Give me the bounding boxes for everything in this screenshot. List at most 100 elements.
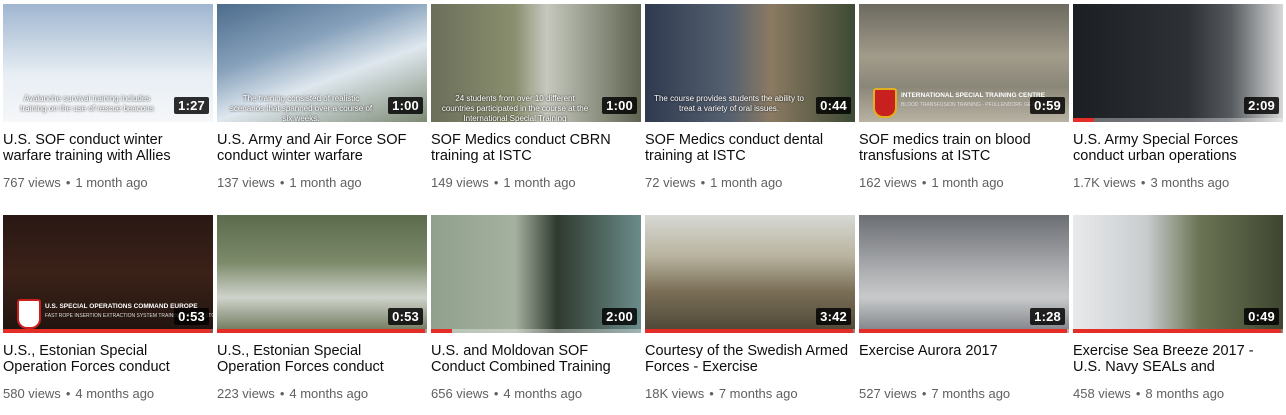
upload-age: 1 month ago bbox=[75, 175, 148, 190]
video-thumbnail[interactable]: INTERNATIONAL SPECIAL TRAINING CENTRE BLO… bbox=[859, 4, 1069, 122]
video-title[interactable]: U.S. Army Special Forces conduct urban o… bbox=[1073, 132, 1283, 164]
video-thumbnail[interactable]: 0:49 bbox=[1073, 215, 1283, 333]
upload-age: 7 months ago bbox=[931, 386, 1011, 401]
upload-age: 1 month ago bbox=[289, 175, 362, 190]
video-thumbnail[interactable]: 2:00 bbox=[431, 215, 641, 333]
thumbnail-caption: INTERNATIONAL SPECIAL TRAINING CENTRE bbox=[901, 92, 1046, 99]
duration-badge: 1:00 bbox=[602, 97, 637, 114]
video-title[interactable]: SOF Medics conduct CBRN training at ISTC bbox=[431, 132, 641, 164]
view-count: 656 views bbox=[431, 386, 489, 401]
view-count: 18K views bbox=[645, 386, 705, 401]
video-thumbnail[interactable]: 1:28 bbox=[859, 215, 1069, 333]
meta-separator: • bbox=[921, 386, 927, 401]
video-title[interactable]: Exercise Aurora 2017 bbox=[859, 343, 1069, 375]
meta-separator: • bbox=[921, 175, 927, 190]
video-meta: 458 views • 8 months ago bbox=[1073, 386, 1224, 401]
video-card[interactable]: INTERNATIONAL SPECIAL TRAINING CENTRE BLO… bbox=[859, 4, 1069, 204]
view-count: 223 views bbox=[217, 386, 275, 401]
duration-badge: 0:53 bbox=[174, 308, 209, 325]
view-count: 580 views bbox=[3, 386, 61, 401]
meta-separator: • bbox=[65, 175, 71, 190]
video-thumbnail[interactable]: The course provides students the ability… bbox=[645, 4, 855, 122]
video-card[interactable]: 0:53 U.S., Estonian Special Operation For… bbox=[217, 215, 427, 415]
video-meta: 162 views • 1 month ago bbox=[859, 175, 1004, 190]
upload-age: 1 month ago bbox=[931, 175, 1004, 190]
video-thumbnail[interactable]: 3:42 bbox=[645, 215, 855, 333]
socom-shield-icon bbox=[17, 299, 41, 329]
video-title[interactable]: Exercise Sea Breeze 2017 - U.S. Navy SEA… bbox=[1073, 343, 1283, 375]
upload-age: 8 months ago bbox=[1145, 386, 1225, 401]
video-thumbnail[interactable]: 24 students from over 10 different count… bbox=[431, 4, 641, 122]
watch-progress-fill bbox=[217, 329, 425, 333]
duration-badge: 0:49 bbox=[1244, 308, 1279, 325]
duration-badge: 2:00 bbox=[602, 308, 637, 325]
video-meta: 223 views • 4 months ago bbox=[217, 386, 368, 401]
meta-separator: • bbox=[279, 175, 285, 190]
video-meta: 580 views • 4 months ago bbox=[3, 386, 154, 401]
video-card[interactable]: U.S. SPECIAL OPERATIONS COMMAND EUROPE FA… bbox=[3, 215, 213, 415]
watch-progress-fill bbox=[1073, 329, 1281, 333]
video-thumbnail[interactable]: The training consisted of realistic scen… bbox=[217, 4, 427, 122]
meta-separator: • bbox=[1135, 386, 1141, 401]
meta-separator: • bbox=[493, 386, 499, 401]
duration-badge: 3:42 bbox=[816, 308, 851, 325]
video-card[interactable]: 24 students from over 10 different count… bbox=[431, 4, 641, 204]
view-count: 162 views bbox=[859, 175, 917, 190]
thumbnail-caption: The training consisted of realistic scen… bbox=[229, 94, 373, 122]
watch-progress-bar bbox=[431, 329, 641, 333]
video-thumbnail[interactable]: Avalanche survival training includes tra… bbox=[3, 4, 213, 122]
video-card[interactable]: 1:28 Exercise Aurora 2017 527 views • 7 mont… bbox=[859, 215, 1069, 415]
video-title[interactable]: Courtesy of the Swedish Armed Forces - E… bbox=[645, 343, 855, 375]
watch-progress-bar bbox=[217, 329, 427, 333]
video-title[interactable]: U.S. Army and Air Force SOF conduct wint… bbox=[217, 132, 427, 164]
view-count: 1.7K views bbox=[1073, 175, 1136, 190]
meta-separator: • bbox=[709, 386, 714, 401]
upload-age: 1 month ago bbox=[710, 175, 783, 190]
video-meta: 137 views • 1 month ago bbox=[217, 175, 362, 190]
video-card[interactable]: The course provides students the ability… bbox=[645, 4, 855, 204]
view-count: 527 views bbox=[859, 386, 917, 401]
thumbnail-caption: Avalanche survival training includes tra… bbox=[20, 94, 154, 113]
video-meta: 1.7K views • 3 months ago bbox=[1073, 175, 1229, 190]
watch-progress-bar bbox=[1073, 118, 1283, 122]
duration-badge: 0:53 bbox=[388, 308, 423, 325]
video-title[interactable]: U.S., Estonian Special Operation Forces … bbox=[217, 343, 427, 375]
video-thumbnail[interactable]: 2:09 bbox=[1073, 4, 1283, 122]
video-thumbnail[interactable]: U.S. SPECIAL OPERATIONS COMMAND EUROPE FA… bbox=[3, 215, 213, 333]
upload-age: 3 months ago bbox=[1150, 175, 1230, 190]
thumbnail-caption: The course provides students the ability… bbox=[654, 94, 804, 113]
duration-badge: 0:59 bbox=[1030, 97, 1065, 114]
video-title[interactable]: SOF Medics conduct dental training at IS… bbox=[645, 132, 855, 164]
duration-badge: 0:44 bbox=[816, 97, 851, 114]
duration-badge: 1:00 bbox=[388, 97, 423, 114]
meta-separator: • bbox=[1140, 175, 1146, 190]
upload-age: 4 months ago bbox=[289, 386, 369, 401]
meta-separator: • bbox=[279, 386, 285, 401]
video-thumbnail[interactable]: 0:53 bbox=[217, 215, 427, 333]
video-card[interactable]: 3:42 Courtesy of the Swedish Armed Forces… bbox=[645, 215, 855, 415]
video-card[interactable]: The training consisted of realistic scen… bbox=[217, 4, 427, 204]
watch-progress-fill bbox=[1073, 118, 1094, 122]
view-count: 458 views bbox=[1073, 386, 1131, 401]
video-card[interactable]: Avalanche survival training includes tra… bbox=[3, 4, 213, 204]
video-card[interactable]: 2:09 U.S. Army Special Forces conduct urb… bbox=[1073, 4, 1283, 204]
video-card[interactable]: 0:49 Exercise Sea Breeze 2017 - U.S. Navy… bbox=[1073, 215, 1283, 415]
video-title[interactable]: U.S. and Moldovan SOF Conduct Combined T… bbox=[431, 343, 641, 375]
duration-badge: 2:09 bbox=[1244, 97, 1279, 114]
thumbnail-subcaption: BLOOD TRANSFUSION TRAINING - PFULLENDORF… bbox=[901, 102, 1050, 108]
watch-progress-bar bbox=[3, 329, 213, 333]
video-title[interactable]: SOF medics train on blood transfusions a… bbox=[859, 132, 1069, 164]
view-count: 767 views bbox=[3, 175, 61, 190]
view-count: 137 views bbox=[217, 175, 275, 190]
video-meta: 149 views • 1 month ago bbox=[431, 175, 576, 190]
video-meta: 18K views • 7 months ago bbox=[645, 386, 798, 401]
thumbnail-caption: 24 students from over 10 different count… bbox=[441, 94, 589, 122]
watch-progress-fill bbox=[645, 329, 853, 333]
video-title[interactable]: U.S., Estonian Special Operation Forces … bbox=[3, 343, 213, 375]
duration-badge: 1:27 bbox=[174, 97, 209, 114]
meta-separator: • bbox=[493, 175, 499, 190]
video-title[interactable]: U.S. SOF conduct winter warfare training… bbox=[3, 132, 213, 164]
video-card[interactable]: 2:00 U.S. and Moldovan SOF Conduct Combin… bbox=[431, 215, 641, 415]
meta-separator: • bbox=[700, 175, 706, 190]
watch-progress-fill bbox=[859, 329, 1067, 333]
